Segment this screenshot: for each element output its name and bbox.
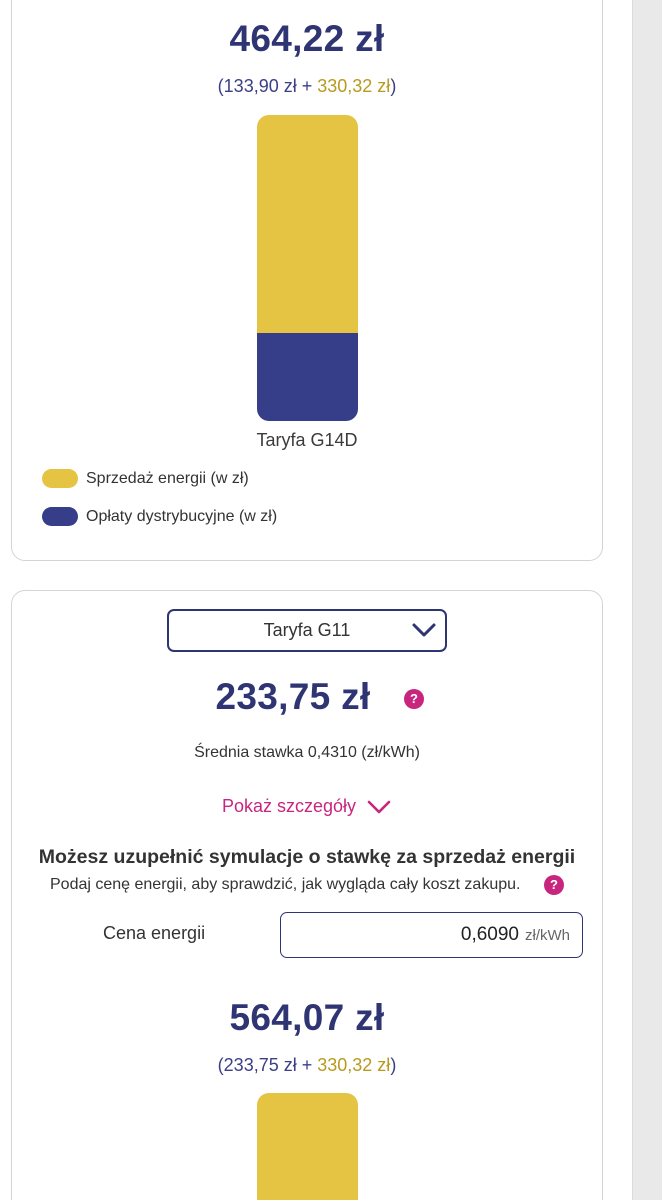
breakdown-plus: + (296, 76, 318, 96)
bar-segment-sales (257, 1093, 358, 1200)
total-cost-with-energy: 564,07 zł (229, 997, 385, 1038)
legend-item-sales: Sprzedaż energii (w zł) (42, 469, 249, 488)
page: 464,22 zł (133,90 zł + 330,32 zł) Taryfa… (0, 0, 662, 1200)
chevron-down-icon (367, 800, 391, 813)
tariff-select[interactable]: Taryfa G11 (167, 609, 447, 652)
breakdown-sales: 330,32 zł (317, 1055, 391, 1075)
cost-breakdown: (133,90 zł + 330,32 zł) (0, 76, 614, 97)
legend-label-sales: Sprzedaż energii (w zł) (86, 469, 249, 487)
breakdown-sales: 330,32 zł (317, 76, 391, 96)
legend-item-distribution: Opłaty dystrybucyjne (w zł) (42, 507, 277, 526)
simulation-subtitle: Podaj cenę energii, aby sprawdzić, jak w… (50, 876, 521, 893)
tariff-select-value: Taryfa G11 (263, 620, 351, 640)
stacked-bar-g11 (257, 1093, 358, 1200)
energy-price-label: Cena energii (103, 923, 206, 943)
breakdown-paren-close: ) (390, 76, 397, 96)
scrollbar-track[interactable] (632, 0, 662, 1200)
tariff-total-cost: 233,75 zł (215, 676, 371, 717)
average-rate: Średnia stawka 0,4310 (zł/kWh) (194, 744, 420, 761)
energy-price-input[interactable]: 0,6090 zł/kWh (280, 912, 583, 958)
legend-swatch-distribution (42, 507, 78, 526)
cost-breakdown-2: (233,75 zł + 330,32 zł) (0, 1055, 614, 1076)
question-circle-icon[interactable]: ? (404, 689, 424, 709)
breakdown-paren-close: ) (390, 1055, 397, 1075)
show-details-label: Pokaż szczegóły (222, 796, 357, 816)
legend-label-distribution: Opłaty dystrybucyjne (w zł) (86, 507, 278, 525)
stacked-bar-g14d (257, 115, 358, 421)
chevron-down-icon (412, 623, 436, 637)
bar-segment-sales (257, 115, 358, 333)
breakdown-distribution: 133,90 zł (223, 76, 297, 96)
legend-swatch-sales (42, 469, 78, 488)
bar-segment-distribution (257, 332, 358, 421)
bar-label: Taryfa G14D (256, 430, 358, 450)
breakdown-plus: + (296, 1055, 318, 1075)
energy-price-value: 0,6090 (460, 924, 519, 945)
question-circle-icon[interactable]: ? (544, 875, 564, 895)
total-cost: 464,22 zł (229, 18, 385, 59)
simulation-title: Możesz uzupełnić symulacje o stawkę za s… (38, 846, 576, 868)
energy-price-unit: zł/kWh (525, 926, 570, 944)
show-details-link[interactable]: Pokaż szczegóły (222, 796, 392, 817)
breakdown-distribution: 233,75 zł (223, 1055, 297, 1075)
